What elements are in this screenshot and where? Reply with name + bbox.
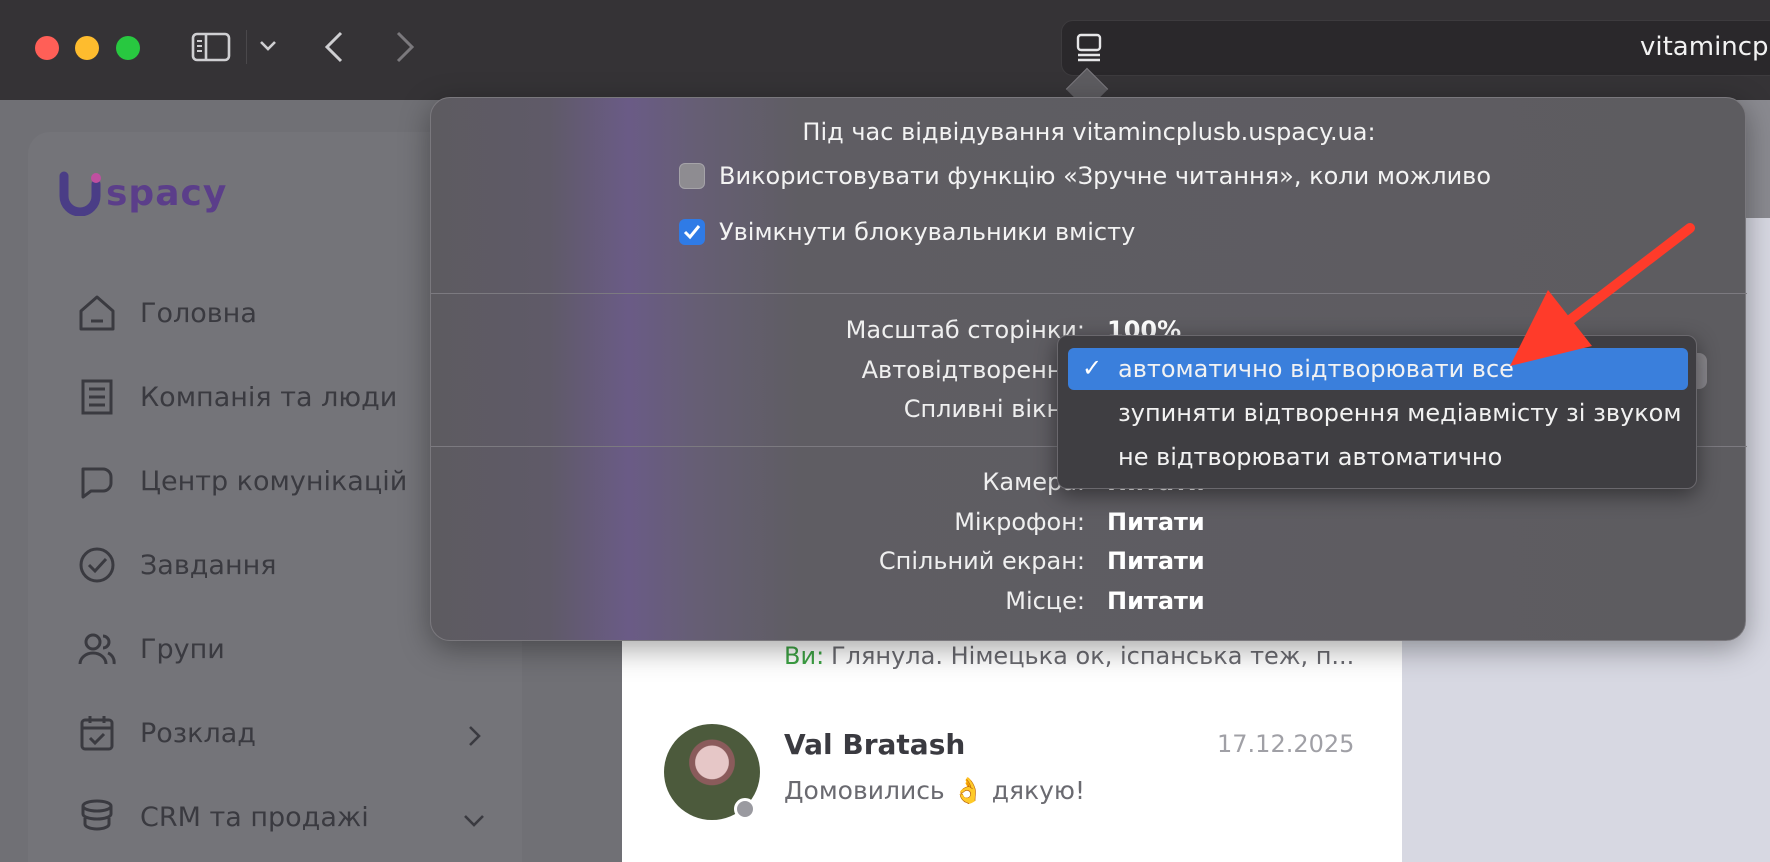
autoplay-label: Автовідтворення: bbox=[861, 356, 1085, 384]
chevron-down-icon[interactable] bbox=[256, 34, 280, 58]
toolbar-divider bbox=[246, 30, 247, 64]
screen-share-label: Спільний екран: bbox=[878, 547, 1085, 575]
coins-icon bbox=[74, 794, 120, 840]
menu-item-label: не відтворювати автоматично bbox=[1118, 443, 1503, 471]
page-zoom-label: Масштаб сторінки: bbox=[845, 316, 1085, 344]
checkmark-icon bbox=[683, 225, 701, 240]
window-close-button[interactable] bbox=[35, 36, 59, 60]
menu-item-label: автоматично відтворювати все bbox=[1118, 355, 1514, 383]
browser-toolbar: vitamincplu bbox=[0, 0, 1770, 100]
nav-item-label: Групи bbox=[140, 633, 225, 665]
home-icon bbox=[74, 290, 120, 336]
content-blockers-label: Увімкнути блокувальники вмісту bbox=[719, 218, 1136, 246]
nav-item-company[interactable]: Компанія та люди bbox=[74, 374, 397, 420]
window-zoom-button[interactable] bbox=[116, 36, 140, 60]
nav-item-label: Компанія та люди bbox=[140, 381, 398, 413]
nav-item-label: Головна bbox=[140, 297, 257, 329]
reader-checkbox[interactable] bbox=[679, 163, 705, 189]
location-label: Місце: bbox=[1005, 587, 1085, 615]
chat-you-prefix: Ви: bbox=[784, 642, 825, 670]
selected-checkmark-icon: ✓ bbox=[1082, 354, 1103, 382]
nav-item-label: Центр комунікацій bbox=[140, 465, 408, 497]
status-dot bbox=[734, 798, 756, 820]
nav-item-tasks[interactable]: Завдання bbox=[74, 542, 277, 588]
chat-date: 17.12.2025 bbox=[1217, 730, 1355, 758]
uspacy-logo-icon bbox=[59, 171, 101, 216]
content-blockers-checkbox-row[interactable]: Увімкнути блокувальники вмісту bbox=[679, 218, 1135, 246]
nav-item-label: Завдання bbox=[140, 549, 277, 581]
nav-item-schedule[interactable]: Розклад bbox=[74, 710, 256, 756]
chat-icon bbox=[74, 458, 120, 504]
window-minimize-button[interactable] bbox=[75, 36, 99, 60]
autoplay-option-never[interactable]: не відтворювати автоматично bbox=[1068, 436, 1688, 478]
popover-title: Під час відвідування vitamincplusb.uspac… bbox=[802, 118, 1376, 146]
back-arrow-icon[interactable] bbox=[318, 28, 350, 66]
chat-preview: Глянула. Німецька ок, іспанська теж, п..… bbox=[831, 642, 1355, 670]
address-url: vitamincplu bbox=[1640, 32, 1770, 62]
chevron-right-icon[interactable] bbox=[462, 724, 486, 748]
uspacy-logo[interactable]: spacy bbox=[58, 170, 227, 216]
content-blockers-checkbox[interactable] bbox=[679, 219, 705, 245]
reader-checkbox-row[interactable]: Використовувати функцію «Зручне читання»… bbox=[679, 162, 1491, 190]
chevron-down-icon[interactable] bbox=[462, 808, 486, 832]
nav-item-home[interactable]: Головна bbox=[74, 290, 257, 336]
sidebar-toggle-icon[interactable] bbox=[190, 30, 232, 64]
reader-label: Використовувати функцію «Зручне читання»… bbox=[719, 162, 1492, 190]
users-icon bbox=[74, 626, 120, 672]
screen-share-value[interactable]: Питати bbox=[1107, 547, 1205, 575]
forward-arrow-icon[interactable] bbox=[389, 28, 421, 66]
menu-item-label: зупиняти відтворення медіавмісту зі звук… bbox=[1118, 399, 1682, 427]
page-settings-icon[interactable] bbox=[1074, 32, 1104, 64]
nav-item-label: Розклад bbox=[140, 717, 256, 749]
logo-text: spacy bbox=[106, 172, 228, 214]
location-value[interactable]: Питати bbox=[1107, 587, 1205, 615]
building-icon bbox=[74, 374, 120, 420]
nav-item-label: CRM та продажі bbox=[140, 801, 369, 833]
nav-item-crm[interactable]: CRM та продажі bbox=[74, 794, 369, 840]
red-annotation-arrow-icon bbox=[1510, 223, 1695, 366]
check-circle-icon bbox=[74, 542, 120, 588]
autoplay-option-stop-sound[interactable]: зупиняти відтворення медіавмісту зі звук… bbox=[1068, 392, 1688, 434]
nav-item-groups[interactable]: Групи bbox=[74, 626, 225, 672]
microphone-value[interactable]: Питати bbox=[1107, 508, 1205, 536]
microphone-label: Мікрофон: bbox=[954, 508, 1085, 536]
chat-name: Val Bratash bbox=[784, 728, 966, 761]
nav-item-communications[interactable]: Центр комунікацій bbox=[74, 458, 407, 504]
chat-preview: Домовились 👌 дякую! bbox=[784, 776, 1085, 805]
calendar-icon bbox=[74, 710, 120, 756]
